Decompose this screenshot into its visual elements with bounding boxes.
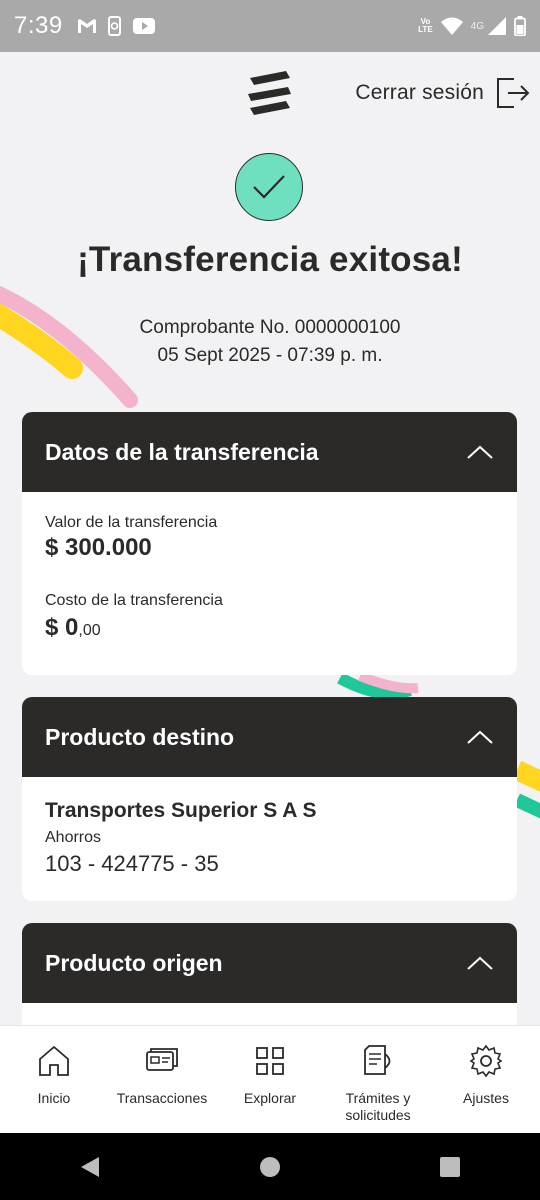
nav-item-tramites[interactable]: Trámites y solicitudes — [324, 1026, 432, 1134]
nav-item-inicio[interactable]: Inicio — [0, 1026, 108, 1134]
card-title: Producto origen — [45, 949, 223, 976]
nav-label: Transacciones — [116, 1090, 208, 1106]
amount-value: $ 300.000 — [45, 534, 152, 561]
amount-label: Valor de la transferencia — [45, 514, 218, 531]
nav-item-ajustes[interactable]: Ajustes — [432, 1026, 540, 1134]
home-icon — [39, 1045, 69, 1076]
receipt-info: Comprobante No. 0000000100 05 Sept 2025 … — [0, 314, 540, 370]
success-check-badge — [235, 153, 303, 221]
recents-button[interactable] — [420, 1147, 480, 1187]
back-button[interactable] — [60, 1147, 120, 1187]
gear-icon — [469, 1044, 503, 1078]
card-title: Producto destino — [45, 723, 235, 750]
signal-icon — [488, 17, 506, 35]
destination-account-number: 103 - 424775 - 35 — [45, 851, 219, 876]
nav-label: Inicio — [37, 1090, 71, 1106]
back-triangle-icon — [81, 1156, 99, 1177]
cost-label: Costo de la transferencia — [45, 592, 223, 609]
chevron-up-icon — [467, 956, 493, 970]
home-circle-icon — [260, 1156, 280, 1177]
logout-label: Cerrar sesión — [355, 81, 484, 104]
nav-label: Explorar — [243, 1090, 297, 1106]
cost-integer: $ 0 — [45, 614, 79, 641]
origin-product-header[interactable]: Producto origen — [22, 923, 517, 1003]
destination-product-header[interactable]: Producto destino — [22, 697, 517, 777]
grid-icon — [256, 1047, 284, 1075]
wifi-icon — [440, 17, 463, 35]
volte-indicator: Vo LTE — [418, 17, 433, 34]
transfer-data-card: Datos de la transferencia Valor de la tr… — [22, 412, 517, 675]
youtube-icon — [132, 18, 155, 34]
chevron-up-icon — [467, 445, 493, 459]
nav-label: Ajustes — [463, 1090, 509, 1106]
nav-label: Trámites y solicitudes — [345, 1090, 411, 1123]
destination-product-card: Producto destino Transportes Superior S … — [22, 697, 517, 901]
phone-sync-icon — [107, 16, 121, 36]
status-time: 7:39 — [14, 12, 63, 39]
network-type: 4G — [470, 20, 484, 32]
destination-name: Transportes Superior S A S — [45, 799, 317, 822]
transfer-data-body: Valor de la transferencia $ 300.000 Cost… — [22, 492, 517, 642]
nav-item-explorar[interactable]: Explorar — [216, 1026, 324, 1134]
gmail-icon — [77, 19, 96, 33]
transfer-data-header[interactable]: Datos de la transferencia — [22, 412, 517, 492]
status-bar: 7:39 Vo LTE 4G — [0, 0, 540, 52]
destination-account-type: Ahorros — [45, 829, 102, 846]
chevron-up-icon — [467, 730, 493, 744]
success-title: ¡Transferencia exitosa! — [77, 240, 463, 279]
bank-logo — [248, 71, 291, 115]
recents-square-icon — [440, 1156, 460, 1177]
bottom-navigation: Inicio Transacciones Explorar Trámites y… — [0, 1025, 540, 1134]
transactions-icon — [146, 1048, 178, 1071]
checkmark-icon — [253, 175, 285, 199]
card-title: Datos de la transferencia — [45, 438, 319, 465]
battery-icon — [514, 16, 526, 36]
logout-icon — [497, 78, 530, 108]
documents-icon — [364, 1045, 391, 1075]
status-left-icons — [77, 16, 155, 36]
status-right-icons: Vo LTE 4G — [418, 0, 526, 52]
logout-button[interactable]: Cerrar sesión — [355, 74, 530, 112]
nav-item-transacciones[interactable]: Transacciones — [108, 1026, 216, 1134]
receipt-number: Comprobante No. 0000000100 — [139, 317, 401, 338]
receipt-datetime: 05 Sept 2025 - 07:39 p. m. — [157, 345, 383, 366]
cost-value: $ 0,00 — [45, 614, 494, 642]
cost-cents: ,00 — [78, 622, 101, 639]
home-button[interactable] — [240, 1147, 300, 1187]
system-navigation-bar — [0, 1133, 540, 1200]
destination-product-body: Transportes Superior S A S Ahorros 103 -… — [22, 777, 517, 877]
